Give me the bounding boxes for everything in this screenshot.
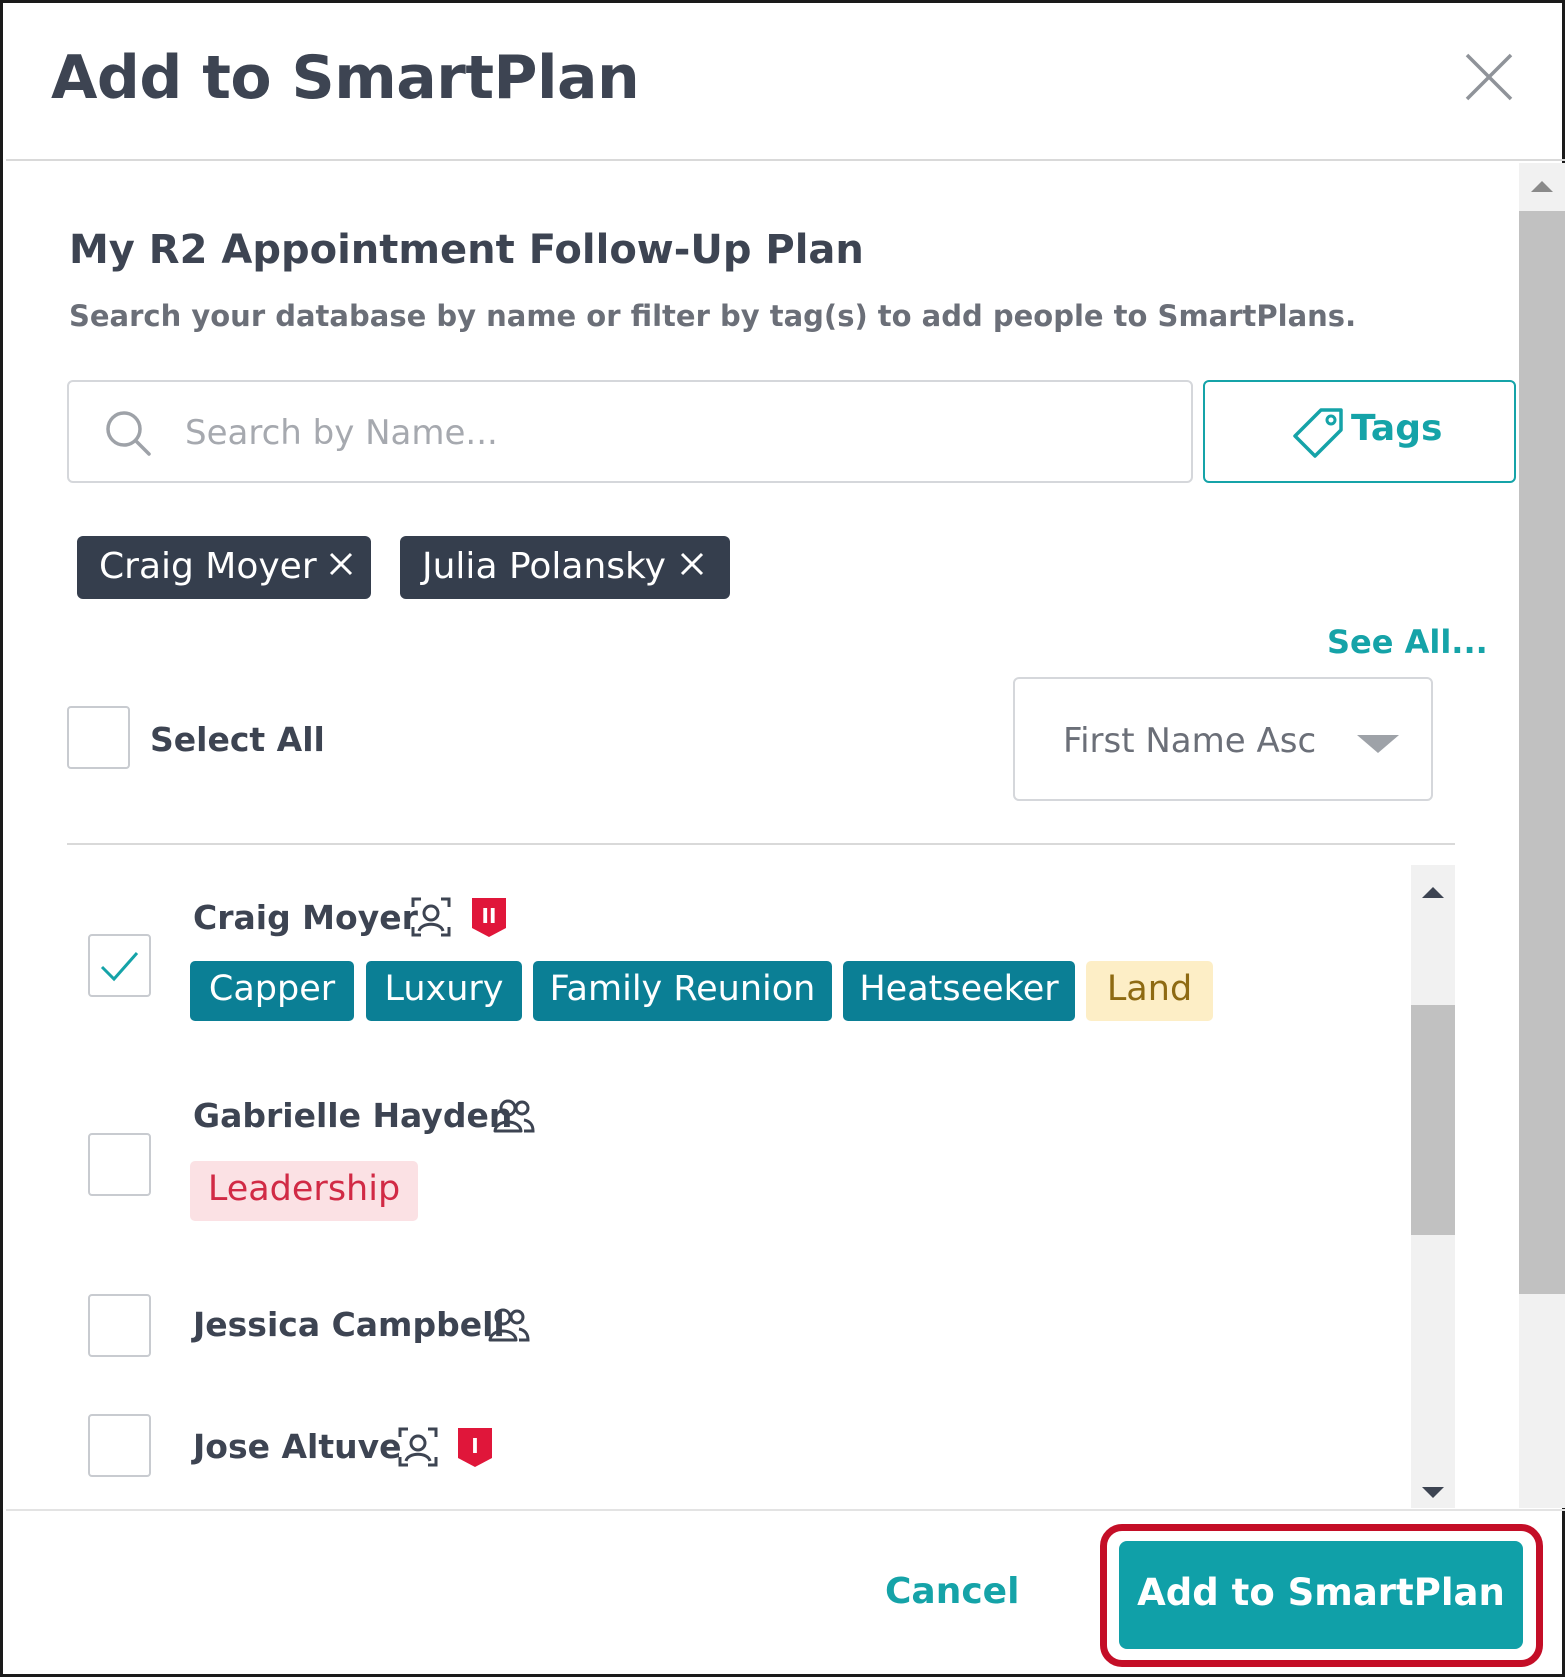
select-all-label: Select All (150, 720, 325, 759)
list-scrollbar[interactable] (1411, 865, 1455, 1508)
search-field[interactable] (67, 380, 1193, 483)
person-checkbox[interactable] (88, 1133, 151, 1196)
tags-filter-button[interactable]: Tags (1203, 380, 1516, 483)
person-tag: Family Reunion (533, 961, 832, 1021)
tier-badge-icon: II (472, 898, 506, 937)
selected-chip: Craig Moyer (77, 536, 371, 599)
people-icon (488, 1308, 530, 1342)
tier-badge-label: I (471, 1434, 478, 1458)
person-name[interactable]: Jessica Campbell (193, 1305, 505, 1344)
plan-name: My R2 Appointment Follow-Up Plan (69, 227, 864, 273)
selected-chip: Julia Polansky (400, 536, 730, 599)
list-divider (67, 843, 1455, 845)
modal-scrollbar-thumb[interactable] (1519, 211, 1565, 1294)
plan-description: Search your database by name or filter b… (69, 299, 1357, 333)
search-icon (106, 411, 151, 456)
person-tag: Capper (190, 961, 354, 1021)
person-frame-icon (411, 897, 451, 937)
sort-dropdown[interactable]: First Name Asc (1013, 677, 1433, 801)
person-checkbox-checked[interactable] (88, 934, 151, 997)
modal-dialog: Add to SmartPlan My R2 Appointment Follo… (0, 0, 1565, 1677)
person-name[interactable]: Craig Moyer (193, 898, 418, 937)
checkmark-icon (100, 952, 139, 982)
person-tag: Land (1086, 961, 1213, 1021)
list-scrollbar-thumb[interactable] (1411, 1005, 1455, 1235)
close-button[interactable] (1463, 51, 1515, 103)
person-name[interactable]: Gabrielle Hayden (193, 1096, 512, 1135)
chip-label: Julia Polansky (422, 546, 666, 587)
sort-selected-value: First Name Asc (1063, 721, 1317, 761)
footer-divider (6, 1509, 1565, 1511)
close-icon (1465, 53, 1513, 101)
select-all-checkbox[interactable] (67, 706, 130, 769)
remove-chip-icon[interactable] (678, 550, 706, 578)
chevron-down-icon (1357, 735, 1399, 753)
person-tag: Heatseeker (843, 961, 1075, 1021)
see-all-link[interactable]: See All... (1327, 623, 1488, 661)
scroll-up-arrow-icon[interactable] (1531, 181, 1553, 192)
person-frame-icon (398, 1427, 438, 1467)
person-tag: Leadership (190, 1161, 418, 1221)
tier-badge-label: II (482, 904, 497, 928)
add-to-smartplan-button[interactable]: Add to SmartPlan (1119, 1541, 1523, 1649)
person-name[interactable]: Jose Altuve (193, 1427, 401, 1466)
tags-button-label: Tags (1351, 408, 1443, 449)
person-tag: Luxury (366, 961, 522, 1021)
tier-badge-icon: I (458, 1428, 492, 1467)
chip-label: Craig Moyer (99, 546, 317, 587)
cancel-button[interactable]: Cancel (885, 1571, 1019, 1612)
person-checkbox[interactable] (88, 1414, 151, 1477)
remove-chip-icon[interactable] (327, 550, 355, 578)
scroll-down-arrow-icon[interactable] (1422, 1487, 1444, 1498)
search-input[interactable] (185, 406, 1165, 460)
header-divider (6, 159, 1565, 161)
modal-title: Add to SmartPlan (51, 43, 640, 113)
people-icon (493, 1099, 535, 1133)
scroll-up-arrow-icon[interactable] (1422, 887, 1444, 898)
modal-scrollbar[interactable] (1519, 163, 1565, 1508)
person-checkbox[interactable] (88, 1294, 151, 1357)
tag-icon (1293, 408, 1343, 458)
